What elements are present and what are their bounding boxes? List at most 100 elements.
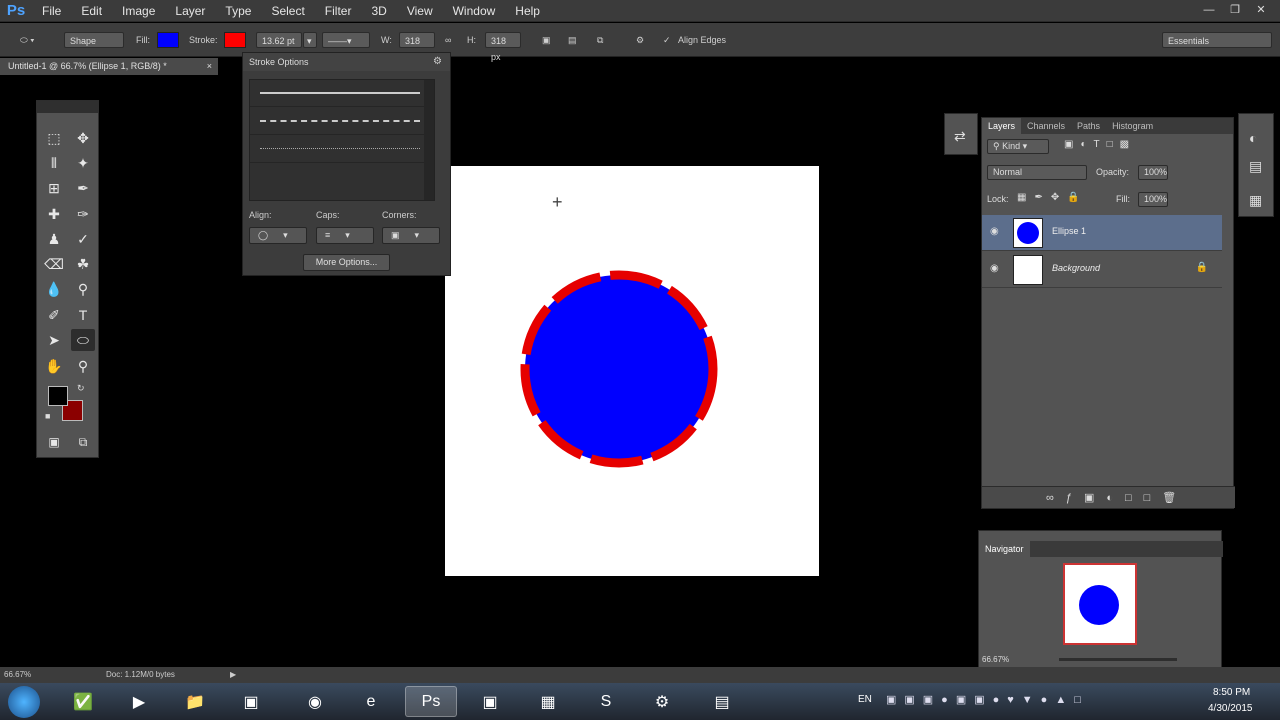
brush-tool-icon[interactable]: ✑ <box>71 203 95 225</box>
menu-help[interactable]: Help <box>505 0 550 22</box>
menu-layer[interactable]: Layer <box>165 0 215 22</box>
visibility-eye-icon[interactable]: ◉ <box>990 263 1002 275</box>
foreground-color-swatch[interactable] <box>48 386 68 406</box>
status-arrow-icon[interactable]: ▶ <box>230 667 236 683</box>
layers-footer-icons[interactable]: ∞ƒ▣◐□□🗑 <box>1046 491 1188 504</box>
navigator-preview[interactable] <box>1063 563 1137 645</box>
document-canvas[interactable]: + <box>445 166 819 576</box>
move-tool-icon[interactable]: ✥ <box>71 127 95 149</box>
chrome-icon[interactable]: ◉ <box>289 686 341 717</box>
tab-navigator[interactable]: Navigator <box>979 541 1030 557</box>
app-icon-11[interactable]: ⚙ <box>636 686 688 717</box>
visibility-eye-icon[interactable]: ◉ <box>990 226 1002 238</box>
filter-icons[interactable]: ▣◐T□▩ <box>1064 139 1136 150</box>
layer-name[interactable]: Ellipse 1 <box>1052 226 1086 236</box>
minimize-icon[interactable]: — <box>1200 2 1218 18</box>
stroke-swatch[interactable] <box>224 32 246 48</box>
menu-window[interactable]: Window <box>443 0 506 22</box>
menu-3d[interactable]: 3D <box>361 0 396 22</box>
stroke-options-gear-icon[interactable]: ⚙ <box>433 56 442 67</box>
type-tool-icon[interactable]: T <box>71 304 95 326</box>
stroke-width-field[interactable]: 13.62 pt <box>256 32 302 48</box>
skype-icon[interactable]: S <box>580 686 632 717</box>
menu-select[interactable]: Select <box>261 0 314 22</box>
menu-file[interactable]: File <box>32 0 71 22</box>
quick-mask-icon[interactable]: ▣ <box>42 431 66 453</box>
tab-layers[interactable]: Layers <box>982 118 1022 134</box>
opacity-field[interactable]: 100% <box>1138 165 1168 180</box>
lasso-tool-icon[interactable]: ⦀ <box>42 152 66 174</box>
history-panel-icon[interactable]: ⇄ <box>954 128 966 145</box>
swap-colors-icon[interactable]: ↻ <box>77 383 85 394</box>
link-icon[interactable]: ∞ <box>445 32 451 48</box>
internet-explorer-icon[interactable]: e <box>345 686 397 717</box>
history-brush-tool-icon[interactable]: ✓ <box>71 228 95 250</box>
close-tab-icon[interactable]: × <box>207 58 212 75</box>
stroke-width-dropdown-icon[interactable]: ▾ <box>303 32 317 48</box>
align-edges-checkbox[interactable]: ✓ <box>663 32 671 48</box>
app-icon-4[interactable]: ▣ <box>225 686 277 717</box>
restore-icon[interactable]: ❐ <box>1226 2 1244 18</box>
close-icon[interactable]: ✕ <box>1252 2 1270 18</box>
stroke-preset-dashed[interactable] <box>250 108 430 135</box>
menu-image[interactable]: Image <box>112 0 165 22</box>
screen-mode-icon[interactable]: ⧉ <box>71 431 95 453</box>
ellipse-tool-icon[interactable]: ⬭ <box>71 329 95 351</box>
layer-row-background[interactable]: ◉ Background 🔒 <box>982 252 1222 288</box>
paint-bucket-tool-icon[interactable]: ☘ <box>71 253 95 275</box>
align-dropdown[interactable]: ◯ ▾ <box>249 227 307 244</box>
menu-view[interactable]: View <box>397 0 443 22</box>
app-icon-8[interactable]: ▣ <box>464 686 516 717</box>
layer-row-ellipse[interactable]: ◉ Ellipse 1 <box>982 215 1222 251</box>
marquee-tool-icon[interactable]: ⬚ <box>42 127 66 149</box>
caps-dropdown[interactable]: ≡ ▾ <box>316 227 374 244</box>
menu-filter[interactable]: Filter <box>315 0 362 22</box>
zoom-tool-icon[interactable]: ⚲ <box>71 355 95 377</box>
tab-paths[interactable]: Paths <box>1071 118 1106 134</box>
workspace-dropdown[interactable]: Essentials <box>1162 32 1272 48</box>
healing-brush-tool-icon[interactable]: ✚ <box>42 203 66 225</box>
eraser-tool-icon[interactable]: ⌫ <box>42 253 66 275</box>
corners-dropdown[interactable]: ▣ ▾ <box>382 227 440 244</box>
hand-tool-icon[interactable]: ✋ <box>42 355 66 377</box>
crop-tool-icon[interactable]: ⊞ <box>42 177 66 199</box>
start-button[interactable] <box>8 686 40 718</box>
clock-time[interactable]: 8:50 PM <box>1213 687 1250 698</box>
gear-icon[interactable]: ⚙ <box>636 32 644 48</box>
default-colors-icon[interactable]: ■ <box>45 411 50 421</box>
stroke-preset-dotted[interactable] <box>250 136 430 163</box>
stroke-list-scrollbar[interactable] <box>424 80 434 200</box>
tab-channels[interactable]: Channels <box>1021 118 1071 134</box>
menu-type[interactable]: Type <box>215 0 261 22</box>
path-arrangement-icon[interactable]: ⧉ <box>597 32 603 48</box>
fill-swatch[interactable] <box>157 32 179 48</box>
blend-mode-dropdown[interactable]: Normal <box>987 165 1087 180</box>
clock-date[interactable]: 4/30/2015 <box>1208 703 1253 714</box>
ellipse-tool-preset-icon[interactable]: ⬭ ▾ <box>20 32 35 48</box>
menu-edit[interactable]: Edit <box>71 0 112 22</box>
styles-panel-icon[interactable]: ▦ <box>1249 192 1262 209</box>
adjustments-panel-icon[interactable]: ◐ <box>1249 130 1257 146</box>
more-options-button[interactable]: More Options... <box>303 254 390 271</box>
mode-dropdown[interactable]: Shape <box>64 32 124 48</box>
quick-select-tool-icon[interactable]: ✦ <box>71 152 95 174</box>
app-icon-12[interactable]: ▤ <box>696 686 748 717</box>
dodge-tool-icon[interactable]: ⚲ <box>71 278 95 300</box>
document-tab[interactable]: Untitled-1 @ 66.7% (Ellipse 1, RGB/8) * … <box>0 58 218 75</box>
photoshop-taskbar-icon[interactable]: Ps <box>405 686 457 717</box>
language-indicator[interactable]: EN <box>858 694 872 705</box>
height-field[interactable]: 318 px <box>485 32 521 62</box>
status-zoom[interactable]: 66.67% <box>4 667 31 683</box>
blur-tool-icon[interactable]: 💧 <box>42 278 66 300</box>
layer-name[interactable]: Background <box>1052 263 1100 273</box>
stroke-preset-solid[interactable] <box>250 80 430 107</box>
lock-icons[interactable]: ▦✒✥🔒 <box>1017 192 1088 203</box>
width-field[interactable]: 318 px <box>399 32 435 62</box>
app-icon-1[interactable]: ✅ <box>57 686 109 717</box>
clone-stamp-tool-icon[interactable]: ♟ <box>42 228 66 250</box>
path-alignment-icon[interactable]: ▤ <box>568 32 577 48</box>
navigator-zoom[interactable]: 66.67% <box>982 655 1009 664</box>
system-tray-icons[interactable]: ▣▣▣●▣▣●♥▼●▲□ <box>886 693 1089 706</box>
app-icon-9[interactable]: ▦ <box>522 686 574 717</box>
properties-panel-icon[interactable]: ▤ <box>1249 158 1262 175</box>
